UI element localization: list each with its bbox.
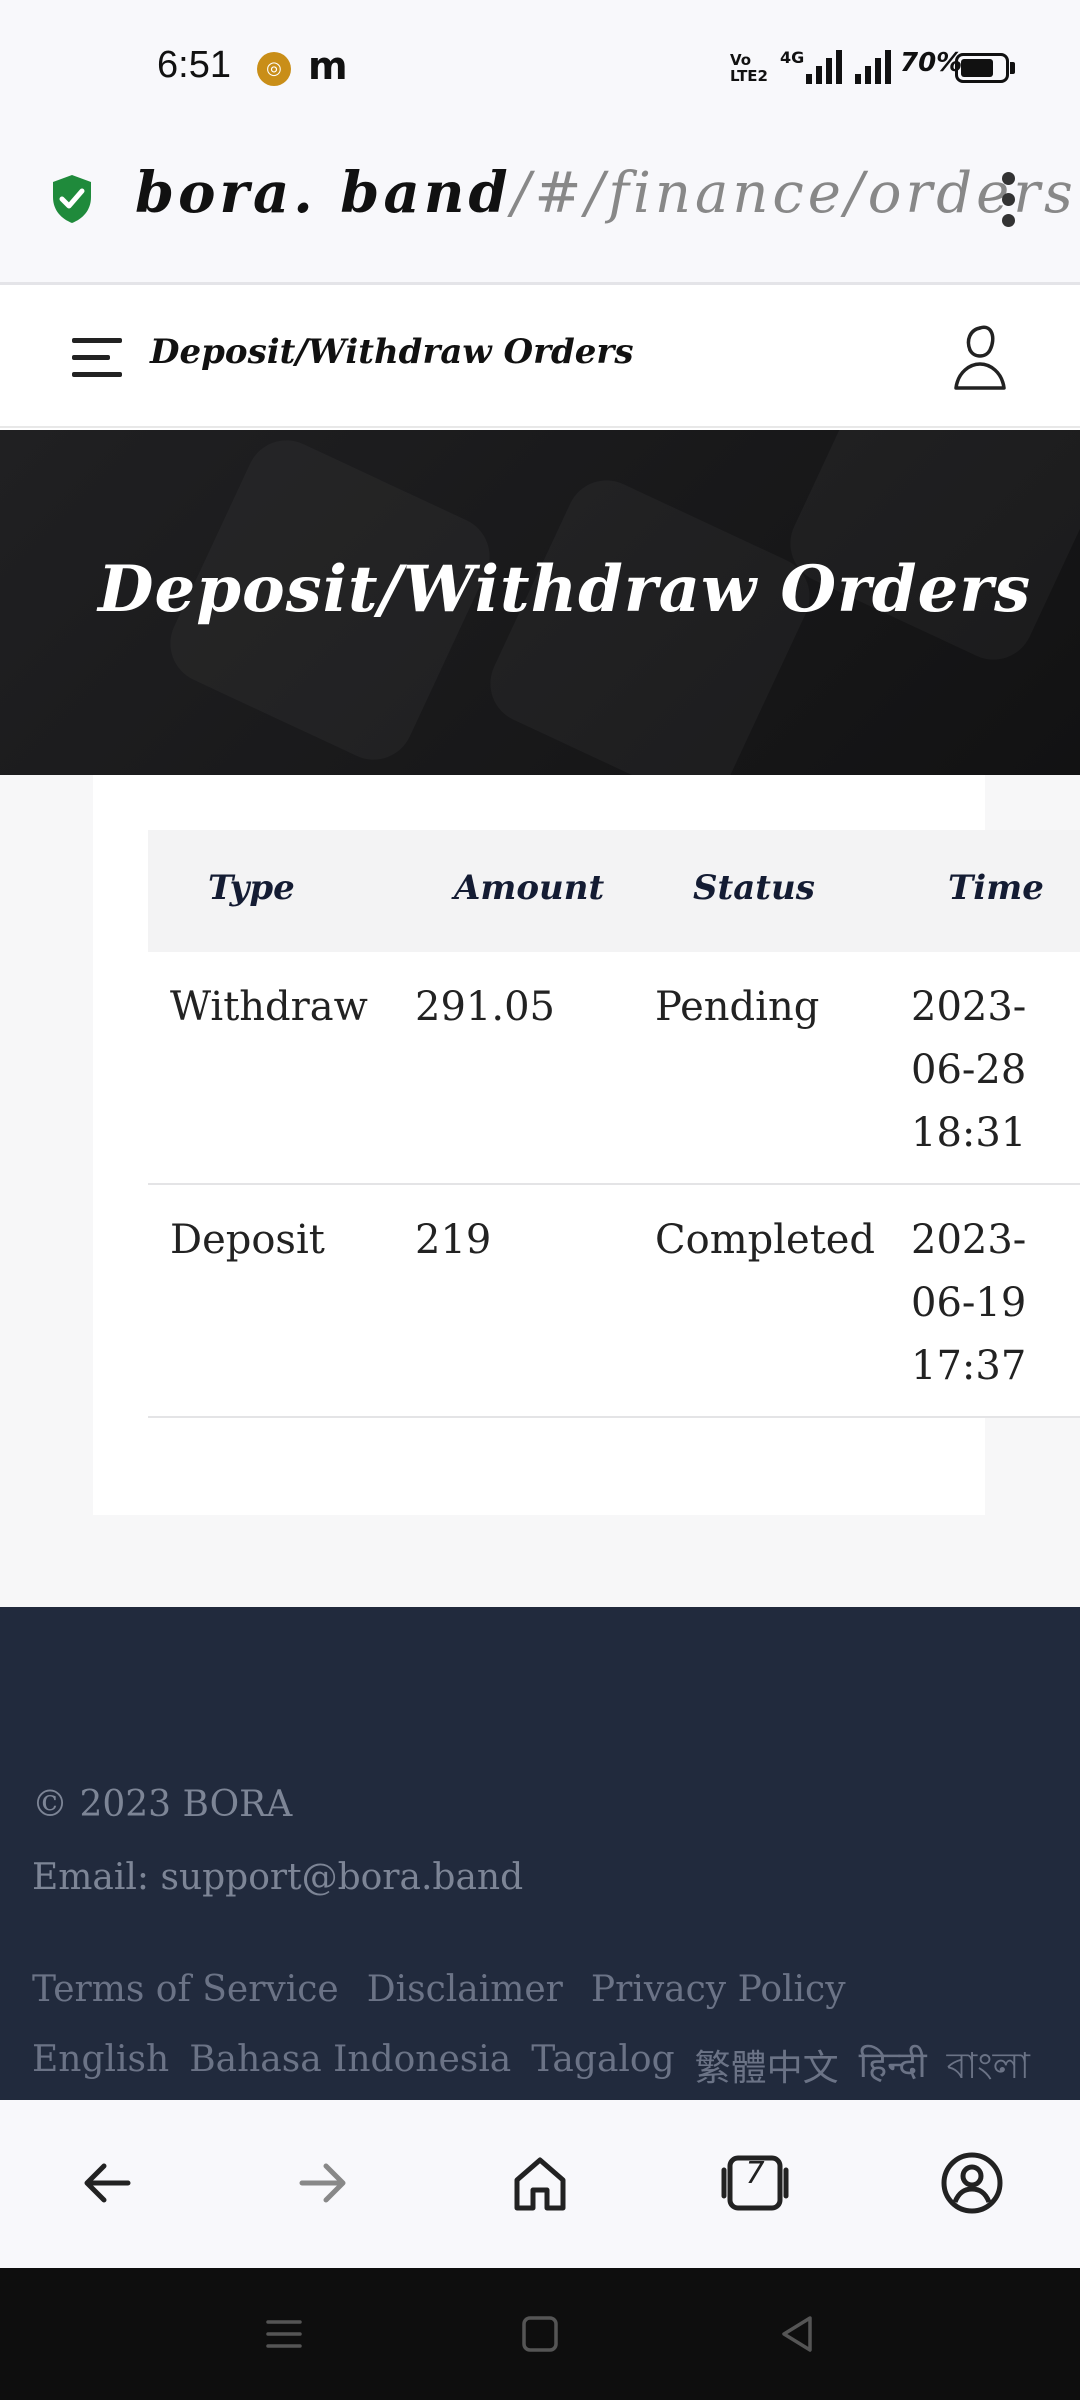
page-hero-banner: Deposit/Withdraw Orders (0, 430, 1080, 775)
system-nav-bar (0, 2268, 1080, 2400)
site-header: Deposit/Withdraw Orders (0, 288, 1080, 428)
column-header-amount: Amount (454, 868, 605, 908)
status-bar: 6:51 ◎ m Vo LTE2 4G 70% (0, 0, 1080, 130)
footer-links: Terms of Service Disclaimer Privacy Poli… (32, 1969, 846, 2010)
tab-count: 7 (745, 2156, 765, 2191)
browser-menu-icon[interactable] (998, 172, 1018, 232)
cell-type: Deposit (170, 1217, 325, 1263)
language-traditional-chinese[interactable]: 繁體中文 (695, 2039, 839, 2099)
page-title: Deposit/Withdraw Orders (98, 552, 1032, 627)
recents-menu-icon[interactable] (262, 2312, 306, 2356)
user-icon[interactable] (950, 318, 1010, 398)
footer-link-privacy[interactable]: Privacy Policy (591, 1969, 846, 2010)
table-row: Withdraw 291.05 Pending 2023-06-28 18:31 (148, 952, 1080, 1185)
cell-status: Completed (655, 1217, 876, 1263)
shield-check-icon[interactable] (50, 173, 94, 225)
table-header: Type Amount Status Time (148, 830, 1080, 952)
home-button[interactable] (505, 2148, 575, 2218)
forward-button[interactable] (288, 2148, 358, 2218)
cell-time: 2023-06-28 18:31 (911, 984, 1027, 1156)
menu-icon[interactable] (72, 338, 124, 378)
notification-coin-icon: ◎ (257, 52, 291, 86)
header-title: Deposit/Withdraw Orders (150, 332, 634, 372)
footer-link-disclaimer[interactable]: Disclaimer (367, 1969, 563, 2010)
footer-email[interactable]: Email: support@bora.band (32, 1857, 523, 1898)
browser-url-bar: bora. band/#/finance/orders (0, 130, 1080, 285)
cell-amount: 219 (415, 1217, 492, 1263)
footer-link-terms[interactable]: Terms of Service (32, 1969, 339, 2010)
footer-copyright: © 2023 BORA (32, 1784, 293, 1825)
url-path: /#/finance/orders (511, 161, 1077, 226)
forward-arrow-icon (299, 2163, 346, 2203)
battery-percent: 70% (900, 48, 963, 78)
language-hindi[interactable]: हिन्दी (859, 2039, 927, 2099)
language-english[interactable]: English (32, 2039, 169, 2099)
back-button[interactable] (72, 2148, 142, 2218)
cell-time: 2023-06-19 17:37 (911, 1217, 1027, 1389)
cell-status: Pending (655, 984, 820, 1030)
tabs-button[interactable]: 7 (720, 2148, 790, 2218)
column-header-status: Status (693, 868, 815, 908)
volte-indicator: Vo LTE2 (730, 51, 768, 85)
network-type: 4G (780, 48, 805, 67)
account-button[interactable] (937, 2148, 1007, 2218)
language-tagalog[interactable]: Tagalog (531, 2039, 674, 2099)
signal-icon-sim2 (855, 50, 891, 84)
signal-icon-sim1 (806, 50, 842, 84)
column-header-time: Time (948, 868, 1044, 908)
language-links: English Bahasa Indonesia Tagalog 繁體中文 हि… (32, 2039, 1030, 2099)
language-bahasa-indonesia[interactable]: Bahasa Indonesia (189, 2039, 511, 2099)
notification-app-icon: m (308, 44, 348, 88)
cell-type: Withdraw (170, 984, 368, 1030)
back-arrow-icon (84, 2163, 131, 2203)
url-field[interactable]: bora. band/#/finance/orders (135, 160, 1077, 226)
status-time: 6:51 (157, 44, 231, 86)
language-bengali[interactable]: বাংলা (947, 2039, 1030, 2099)
cell-amount: 291.05 (415, 984, 555, 1030)
system-back-icon[interactable] (776, 2312, 820, 2356)
home-icon (514, 2157, 566, 2211)
battery-icon (955, 53, 1009, 83)
url-host: bora. band (135, 160, 512, 226)
site-footer: © 2023 BORA Email: support@bora.band Ter… (0, 1607, 1080, 2100)
system-home-icon[interactable] (518, 2312, 562, 2356)
account-icon (941, 2152, 1003, 2214)
table-row: Deposit 219 Completed 2023-06-19 17:37 (148, 1185, 1080, 1418)
column-header-type: Type (208, 868, 295, 908)
browser-bottom-nav: 7 (0, 2100, 1080, 2268)
